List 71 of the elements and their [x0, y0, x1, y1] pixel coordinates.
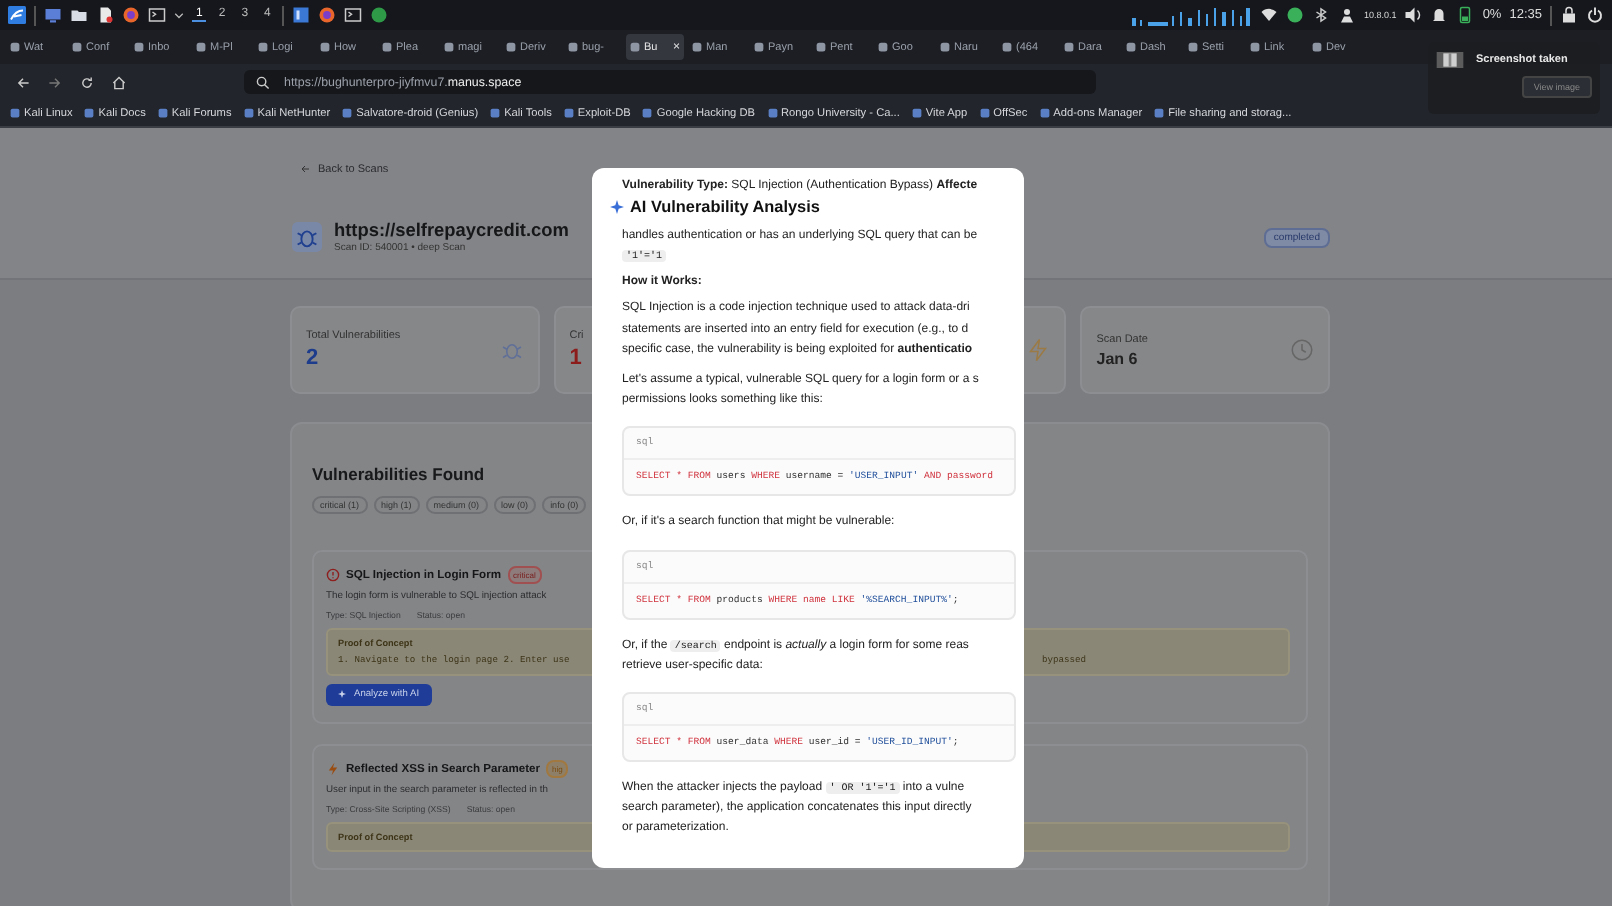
terminal-icon[interactable]	[344, 6, 363, 24]
site-icon	[940, 42, 950, 52]
site-icon	[1064, 42, 1074, 52]
bug-icon	[499, 338, 524, 362]
sparkle-icon	[610, 200, 624, 214]
terminal-icon[interactable]	[148, 6, 166, 24]
site-icon	[630, 42, 640, 52]
home-icon[interactable]	[112, 75, 126, 89]
image-thumbnail-icon	[1436, 52, 1464, 68]
bookmark-site-icon	[563, 108, 574, 118]
bookmark-site-icon	[157, 108, 168, 118]
chevron-down-icon[interactable]	[174, 10, 184, 20]
bluetooth-icon[interactable]	[1312, 6, 1331, 24]
site-icon	[382, 42, 392, 52]
site-icon	[878, 42, 888, 52]
site-icon	[134, 42, 144, 52]
bookmark-site-icon	[490, 108, 501, 118]
reload-icon[interactable]	[80, 75, 94, 89]
bookmark-site-icon	[84, 108, 95, 118]
back-arrow-icon[interactable]	[16, 75, 30, 89]
site-icon	[506, 42, 516, 52]
bookmark-site-icon	[911, 108, 922, 118]
browser-icon[interactable]	[122, 6, 140, 24]
site-icon	[816, 42, 826, 52]
battery-icon[interactable]	[1456, 6, 1475, 24]
lightning-bolt-icon	[1026, 338, 1051, 362]
alert-circle-icon	[326, 568, 340, 582]
power-icon[interactable]	[1586, 6, 1604, 24]
bookmark-site-icon	[767, 108, 777, 118]
wifi-icon[interactable]	[1260, 6, 1279, 24]
lock-icon[interactable]	[1560, 6, 1578, 24]
site-icon	[692, 42, 702, 52]
bookmark-site-icon	[642, 108, 653, 118]
site-icon	[568, 42, 578, 52]
bookmark-site-icon	[342, 108, 353, 118]
site-icon	[1188, 42, 1198, 52]
site-icon	[1126, 42, 1136, 52]
bookmark-site-icon	[1154, 108, 1165, 118]
clock-icon	[1290, 338, 1314, 362]
forward-arrow-icon[interactable]	[48, 75, 62, 89]
dialog-title: AI Vulnerability Analysis	[630, 198, 820, 216]
site-icon	[196, 42, 206, 52]
panel-icon[interactable]	[292, 6, 311, 24]
site-icon	[1250, 42, 1260, 52]
bug-icon	[292, 222, 322, 252]
site-icon	[320, 42, 330, 52]
site-url-title: https://selfrepaycredit.com	[334, 220, 569, 240]
network-graph-icon	[1132, 5, 1253, 25]
search-icon	[256, 75, 270, 89]
browser-icon[interactable]	[318, 6, 337, 24]
site-icon	[1312, 42, 1322, 52]
folder-icon[interactable]	[70, 6, 88, 24]
site-icon	[10, 42, 20, 52]
sparkle-icon	[338, 690, 348, 700]
bell-icon[interactable]	[1430, 6, 1449, 24]
speaker-icon[interactable]	[1404, 6, 1423, 24]
bookmark-site-icon	[10, 108, 20, 118]
bookmark-site-icon	[979, 108, 990, 118]
desktop-icon[interactable]	[44, 6, 62, 24]
lightning-bolt-icon	[326, 762, 340, 776]
site-icon	[1002, 42, 1012, 52]
site-icon	[444, 42, 454, 52]
bookmark-site-icon	[243, 108, 254, 118]
section-title: Vulnerabilities Found	[312, 464, 485, 484]
back-arrow-icon	[300, 164, 310, 174]
site-icon	[258, 42, 268, 52]
site-icon	[72, 42, 82, 52]
bookmark-site-icon	[1039, 108, 1050, 118]
site-icon	[754, 42, 764, 52]
person-icon[interactable]	[1338, 6, 1357, 24]
document-icon[interactable]	[96, 6, 114, 24]
